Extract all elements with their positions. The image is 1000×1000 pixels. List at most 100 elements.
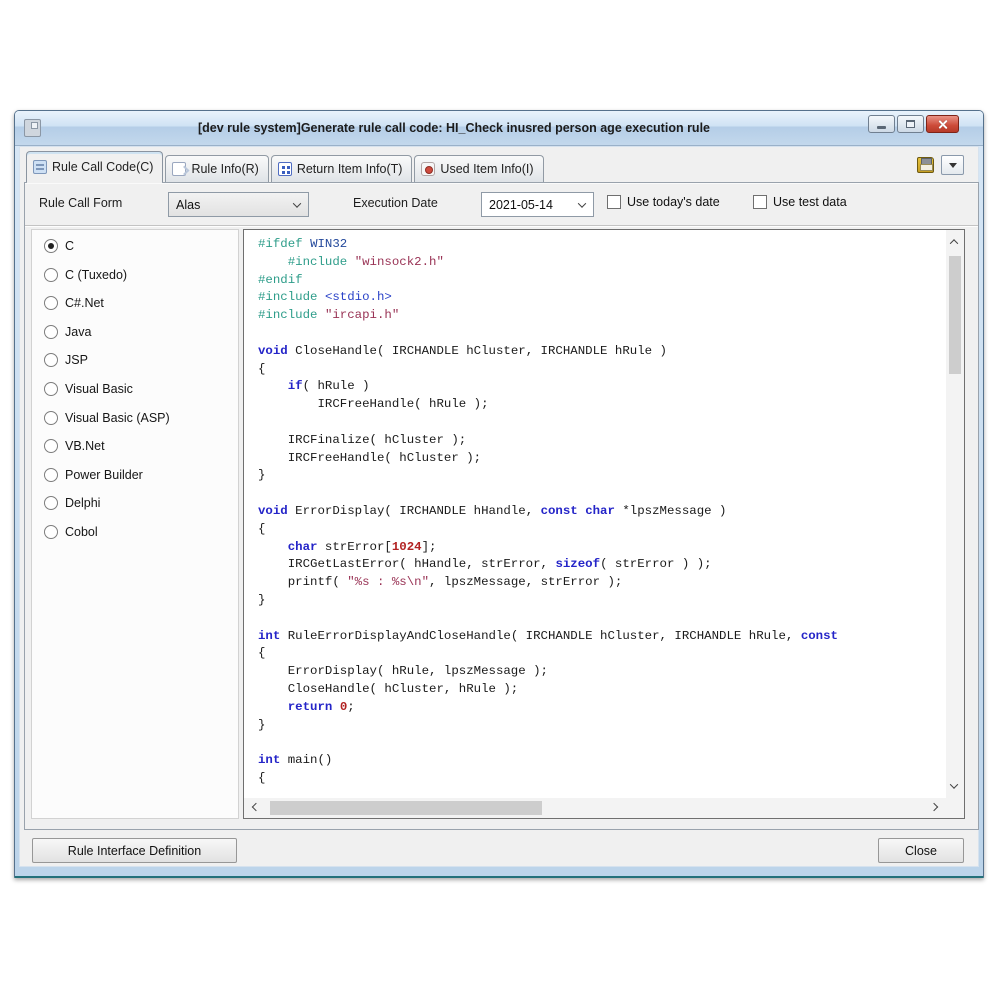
chevron-down-icon bbox=[578, 199, 586, 207]
language-option-visual-basic[interactable]: Visual Basic bbox=[44, 379, 238, 399]
radio-icon bbox=[44, 296, 58, 310]
code-line bbox=[258, 610, 946, 628]
chevron-down-icon bbox=[293, 199, 301, 207]
tab-label: Return Item Info(T) bbox=[297, 162, 403, 176]
language-option-delphi[interactable]: Delphi bbox=[44, 493, 238, 513]
radio-icon bbox=[44, 382, 58, 396]
language-option-label: Visual Basic (ASP) bbox=[65, 411, 170, 425]
scroll-up-icon[interactable] bbox=[950, 239, 958, 247]
close-button[interactable]: Close bbox=[878, 838, 964, 863]
execution-date-select[interactable]: 2021-05-14 bbox=[481, 192, 594, 217]
language-option-power-builder[interactable]: Power Builder bbox=[44, 465, 238, 485]
maximize-button[interactable] bbox=[897, 115, 924, 133]
rule-call-form-select[interactable]: Alas bbox=[168, 192, 309, 217]
vertical-scrollbar-thumb[interactable] bbox=[949, 256, 961, 374]
language-option-label: Delphi bbox=[65, 496, 100, 510]
language-option-c-net[interactable]: C#.Net bbox=[44, 293, 238, 313]
rule-call-form-value: Alas bbox=[176, 198, 200, 212]
language-option-label: VB.Net bbox=[65, 439, 105, 453]
code-line: { bbox=[258, 361, 946, 379]
code-line bbox=[258, 414, 946, 432]
language-option-label: Cobol bbox=[65, 525, 98, 539]
execution-date-value: 2021-05-14 bbox=[489, 198, 553, 212]
language-list: C C (Tuxedo) C#.Net Java JSP Visual Basic Visu… bbox=[31, 229, 239, 819]
horizontal-scrollbar[interactable] bbox=[244, 798, 946, 818]
code-line: #ifdef WIN32 bbox=[258, 236, 946, 254]
radio-icon bbox=[44, 411, 58, 425]
tab-rule-call-code-c[interactable]: Rule Call Code(C) bbox=[26, 151, 163, 182]
use-todays-date-label: Use today's date bbox=[627, 195, 720, 209]
use-test-data-checkbox[interactable]: Use test data bbox=[753, 195, 847, 209]
code-line: } bbox=[258, 717, 946, 735]
rule-interface-definition-button[interactable]: Rule Interface Definition bbox=[32, 838, 237, 863]
window-controls bbox=[868, 115, 959, 133]
language-option-label: C bbox=[65, 239, 74, 253]
language-option-visual-basic-asp[interactable]: Visual Basic (ASP) bbox=[44, 408, 238, 428]
vertical-scrollbar[interactable] bbox=[946, 230, 964, 798]
language-option-label: Java bbox=[65, 325, 91, 339]
code-line: if( hRule ) bbox=[258, 378, 946, 396]
use-test-data-label: Use test data bbox=[773, 195, 847, 209]
code-line: ErrorDisplay( hRule, lpszMessage ); bbox=[258, 663, 946, 681]
code-line: printf( "%s : %s\n", lpszMessage, strErr… bbox=[258, 574, 946, 592]
titlebar[interactable]: [dev rule system]Generate rule call code… bbox=[15, 111, 983, 146]
code-line: { bbox=[258, 521, 946, 539]
tab-return-item-info-t[interactable]: Return Item Info(T) bbox=[271, 155, 413, 182]
radio-icon bbox=[44, 439, 58, 453]
tab-label: Rule Call Code(C) bbox=[52, 160, 153, 174]
checkbox-icon bbox=[607, 195, 621, 209]
dropdown-arrow-icon bbox=[949, 163, 957, 168]
client-area: Rule Call Code(C) Rule Info(R) Return Item… bbox=[19, 146, 979, 867]
dialog-window: [dev rule system]Generate rule call code… bbox=[14, 110, 984, 878]
code-line: void ErrorDisplay( IRCHANDLE hHandle, co… bbox=[258, 503, 946, 521]
code-line: return 0; bbox=[258, 699, 946, 717]
scroll-right-icon[interactable] bbox=[930, 803, 938, 811]
language-option-vb-net[interactable]: VB.Net bbox=[44, 436, 238, 456]
language-option-cobol[interactable]: Cobol bbox=[44, 522, 238, 542]
tab-used-item-info-i[interactable]: Used Item Info(I) bbox=[414, 155, 543, 182]
code-line: IRCFreeHandle( hCluster ); bbox=[258, 450, 946, 468]
maximize-icon bbox=[906, 120, 915, 128]
language-option-c[interactable]: C bbox=[44, 236, 238, 256]
execution-date-label: Execution Date bbox=[353, 196, 438, 210]
code-line: { bbox=[258, 770, 946, 788]
tab-label: Used Item Info(I) bbox=[440, 162, 533, 176]
code-line bbox=[258, 325, 946, 343]
code-line: int RuleErrorDisplayAndCloseHandle( IRCH… bbox=[258, 628, 946, 646]
code-line: void CloseHandle( IRCHANDLE hCluster, IR… bbox=[258, 343, 946, 361]
code-line: char strError[1024]; bbox=[258, 539, 946, 557]
use-todays-date-checkbox[interactable]: Use today's date bbox=[607, 195, 720, 209]
code-line: int main() bbox=[258, 752, 946, 770]
language-option-java[interactable]: Java bbox=[44, 322, 238, 342]
scroll-down-icon[interactable] bbox=[950, 780, 958, 788]
tab-label: Rule Info(R) bbox=[191, 162, 258, 176]
radio-icon bbox=[44, 325, 58, 339]
code-line bbox=[258, 485, 946, 503]
language-option-label: Power Builder bbox=[65, 468, 143, 482]
close-window-button[interactable] bbox=[926, 115, 959, 133]
language-option-c-tuxedo[interactable]: C (Tuxedo) bbox=[44, 265, 238, 285]
code-line: #include "winsock2.h" bbox=[258, 254, 946, 272]
scrollbar-corner bbox=[946, 798, 964, 818]
tab-bar: Rule Call Code(C) Rule Info(R) Return Item… bbox=[26, 151, 546, 182]
horizontal-scrollbar-thumb[interactable] bbox=[270, 801, 542, 815]
minimize-button[interactable] bbox=[868, 115, 895, 133]
code-line: #include "ircapi.h" bbox=[258, 307, 946, 325]
app-icon bbox=[24, 119, 41, 137]
code-line: IRCFreeHandle( hRule ); bbox=[258, 396, 946, 414]
code-line: } bbox=[258, 592, 946, 610]
tab-rule-info-r[interactable]: Rule Info(R) bbox=[165, 155, 268, 182]
close-icon bbox=[937, 119, 948, 130]
tab-actions bbox=[917, 155, 964, 175]
radio-icon bbox=[44, 239, 58, 253]
code-doc-icon bbox=[33, 160, 47, 174]
radio-icon bbox=[44, 468, 58, 482]
code-editor[interactable]: #ifdef WIN32 #include "winsock2.h"#endif… bbox=[244, 230, 946, 798]
language-option-label: JSP bbox=[65, 353, 88, 367]
save-options-dropdown-button[interactable] bbox=[941, 155, 964, 175]
code-panel: #ifdef WIN32 #include "winsock2.h"#endif… bbox=[243, 229, 965, 819]
radio-icon bbox=[44, 525, 58, 539]
language-option-jsp[interactable]: JSP bbox=[44, 350, 238, 370]
save-button[interactable] bbox=[917, 157, 934, 173]
scroll-left-icon[interactable] bbox=[252, 803, 260, 811]
